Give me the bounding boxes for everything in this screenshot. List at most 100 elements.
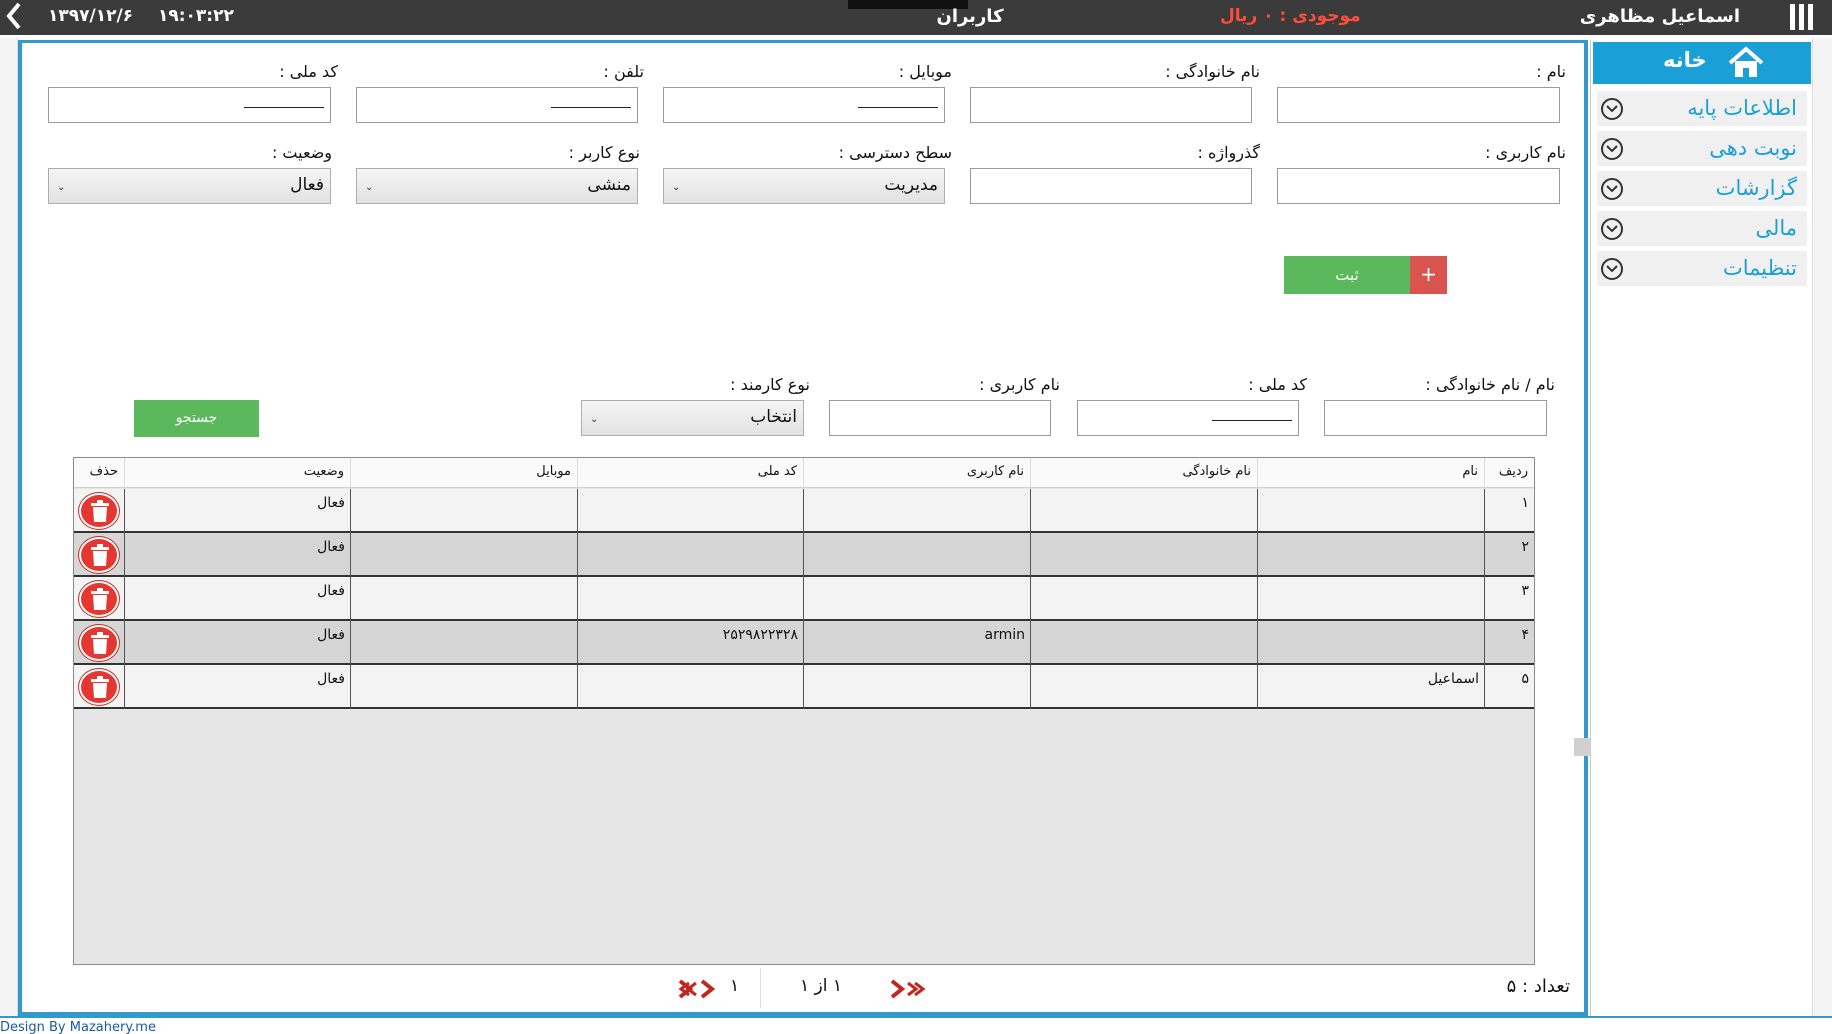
- chevron-down-icon: [1601, 258, 1623, 280]
- home-icon: [1727, 46, 1765, 80]
- pager-divider: [760, 968, 761, 1008]
- cell-family: [1030, 621, 1257, 665]
- cell-delete: [74, 489, 124, 533]
- sidebar-item-base-info[interactable]: اطلاعات پایه: [1597, 91, 1807, 127]
- access-level-select[interactable]: مدیریت ⌄: [663, 168, 945, 204]
- sidebar: خانه اطلاعات پایه نوبت دهی گزارشات مالی تنظی…: [1590, 40, 1812, 1016]
- submit-button[interactable]: ثبت +: [1284, 256, 1447, 294]
- back-arrow-icon[interactable]: [6, 2, 22, 36]
- cell-national-code: [577, 533, 803, 577]
- table-row[interactable]: ۴ armin ۲۵۲۹۸۲۲۳۲۸ فعال: [74, 621, 1534, 665]
- last-name-input[interactable]: [970, 87, 1252, 123]
- search-national-code-input[interactable]: [1077, 400, 1299, 436]
- cell-delete: [74, 533, 124, 577]
- table-row[interactable]: ۱ فعال: [74, 489, 1534, 533]
- chevron-down-icon: [1601, 218, 1623, 240]
- chevron-down-icon: [1601, 138, 1623, 160]
- cell-status: فعال: [124, 533, 350, 577]
- footer-credit[interactable]: Design By Mazahery.me: [0, 1020, 156, 1034]
- cell-national-code: [577, 577, 803, 621]
- page-title: کاربران: [936, 6, 1004, 27]
- sidebar-item-appointments[interactable]: نوبت دهی: [1597, 131, 1807, 167]
- sidebar-item-label: مالی: [1755, 216, 1797, 240]
- sidebar-item-label: نوبت دهی: [1709, 136, 1797, 160]
- trash-icon[interactable]: [79, 669, 119, 705]
- cell-name: [1257, 533, 1484, 577]
- status-select[interactable]: فعال ⌄: [48, 168, 331, 204]
- chevron-down-icon: [1601, 178, 1623, 200]
- last-name-label: نام خانوادگی :: [1165, 62, 1260, 81]
- phone-input[interactable]: [356, 87, 638, 123]
- header-row-num[interactable]: ردیف: [1484, 458, 1534, 488]
- user-type-value: منشی: [587, 175, 631, 195]
- table-row[interactable]: ۵ اسماعیل فعال: [74, 665, 1534, 709]
- cell-mobile: [350, 533, 577, 577]
- cell-num: ۵: [1484, 665, 1534, 709]
- time-display: ۱۹:۰۳:۲۲: [158, 6, 234, 26]
- password-label: گذرواژه :: [1197, 143, 1261, 162]
- first-page-icon[interactable]: [888, 978, 928, 1000]
- cell-delete: [74, 577, 124, 621]
- national-code-label: کد ملی :: [279, 62, 338, 81]
- cell-num: ۱: [1484, 489, 1534, 533]
- chevron-down-icon: ⌄: [365, 182, 374, 193]
- trash-icon[interactable]: [79, 581, 119, 617]
- search-button[interactable]: جستجو: [134, 400, 259, 437]
- cell-family: [1030, 533, 1257, 577]
- cell-status: فعال: [124, 621, 350, 665]
- submit-label: ثبت: [1335, 266, 1359, 284]
- cell-name: [1257, 577, 1484, 621]
- cell-national-code: [577, 665, 803, 709]
- access-level-label: سطح دسترسی :: [838, 143, 952, 162]
- header-delete[interactable]: حذف: [74, 458, 124, 488]
- table-row[interactable]: ۲ فعال: [74, 533, 1534, 577]
- table-row[interactable]: ۳ فعال: [74, 577, 1534, 621]
- search-username-input[interactable]: [829, 400, 1051, 436]
- employee-type-label: نوع کارمند :: [730, 375, 810, 394]
- balance-display: موجودی : ۰ ریال: [1220, 6, 1361, 26]
- header-national-code[interactable]: کد ملی: [577, 458, 803, 488]
- cell-delete: [74, 665, 124, 709]
- sidebar-item-reports[interactable]: گزارشات: [1597, 171, 1807, 207]
- menu-icon[interactable]: [1790, 4, 1816, 30]
- chevron-down-icon: ⌄: [672, 182, 681, 193]
- header-username[interactable]: نام کاربری: [803, 458, 1030, 488]
- header-name[interactable]: نام: [1257, 458, 1484, 488]
- username-input[interactable]: [1277, 168, 1560, 204]
- search-national-code-label: کد ملی :: [1248, 375, 1307, 394]
- cell-mobile: [350, 665, 577, 709]
- right-scroll-strip: [1812, 38, 1832, 1018]
- chevron-down-icon: [1601, 98, 1623, 120]
- trash-icon[interactable]: [79, 493, 119, 529]
- left-scroll-strip: [0, 38, 18, 1018]
- header-status[interactable]: وضعیت: [124, 458, 350, 488]
- mobile-input[interactable]: [663, 87, 945, 123]
- password-input[interactable]: [970, 168, 1252, 204]
- employee-type-select[interactable]: انتخاب ⌄: [581, 400, 804, 436]
- mobile-label: موبایل :: [898, 62, 952, 81]
- last-page-icon[interactable]: [676, 978, 716, 1000]
- first-name-input[interactable]: [1277, 87, 1560, 123]
- cell-family: [1030, 489, 1257, 533]
- header-mobile[interactable]: موبایل: [350, 458, 577, 488]
- phone-label: تلفن :: [603, 62, 645, 81]
- search-name-input[interactable]: [1324, 400, 1547, 436]
- cell-username: [803, 489, 1030, 533]
- trash-icon[interactable]: [79, 625, 119, 661]
- cell-username: [803, 533, 1030, 577]
- chevron-down-icon: ⌄: [57, 182, 66, 193]
- cell-name: اسماعیل: [1257, 665, 1484, 709]
- sidebar-item-home[interactable]: خانه: [1593, 42, 1811, 84]
- cell-status: فعال: [124, 665, 350, 709]
- sidebar-item-finance[interactable]: مالی: [1597, 211, 1807, 247]
- sidebar-item-settings[interactable]: تنظیمات: [1597, 251, 1807, 287]
- cell-num: ۳: [1484, 577, 1534, 621]
- user-type-select[interactable]: منشی ⌄: [356, 168, 638, 204]
- header-family[interactable]: نام خانوادگی: [1030, 458, 1257, 488]
- national-code-input[interactable]: [48, 87, 331, 123]
- trash-icon[interactable]: [79, 537, 119, 573]
- cell-mobile: [350, 621, 577, 665]
- cell-status: فعال: [124, 577, 350, 621]
- current-page[interactable]: ۱: [730, 976, 739, 996]
- cell-name: [1257, 621, 1484, 665]
